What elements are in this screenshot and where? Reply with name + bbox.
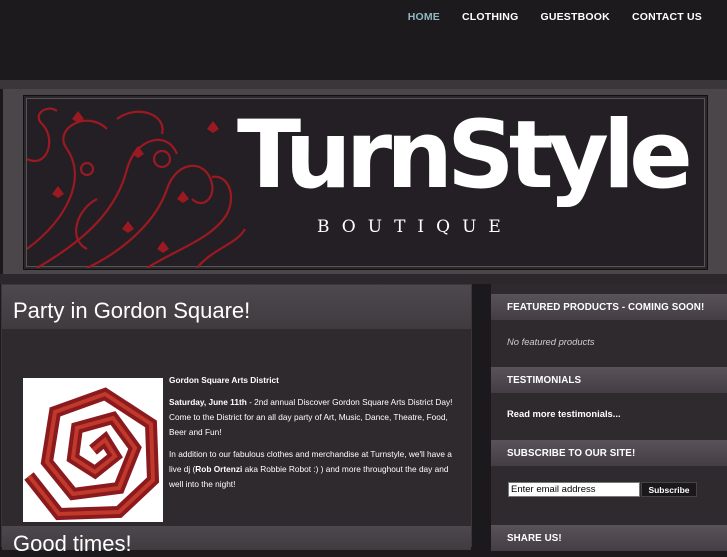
post-date: Saturday, June 11th (169, 397, 247, 407)
logo-subtitle: BOUTIQUE (317, 217, 513, 237)
featured-products-header: FEATURED PRODUCTS - COMING SOON! (491, 294, 727, 320)
post2-title-bar: Good times! (2, 526, 471, 556)
post-heading: Gordon Square Arts District (169, 373, 461, 388)
testimonials-header: TESTIMONIALS (491, 367, 727, 393)
subscribe-heading: SUBSCRIBE TO OUR SITE! (507, 448, 636, 459)
post-heading-text: Gordon Square Arts District (169, 375, 279, 385)
nav-guestbook[interactable]: GUESTBOOK (529, 11, 620, 23)
content-divider (0, 274, 727, 284)
sidebar: FEATURED PRODUCTS - COMING SOON! No feat… (491, 284, 727, 551)
post-title-bar: Party in Gordon Square! (2, 285, 471, 329)
subscribe-header: SUBSCRIBE TO OUR SITE! (491, 440, 727, 466)
main-content: Party in Gordon Square! Gordon Square Ar… (1, 284, 472, 556)
banner-frame: TurnStyle BOUTIQUE (3, 89, 727, 274)
post2-title[interactable]: Good times! (13, 531, 132, 557)
post-body: Gordon Square Arts District Saturday, Ju… (169, 373, 461, 499)
post-paragraph-2: In addition to our fabulous clothes and … (169, 447, 461, 492)
share-header: SHARE US! (491, 525, 727, 551)
nav-clothing[interactable]: CLOTHING (451, 11, 529, 23)
share-heading: SHARE US! (507, 533, 562, 544)
dj-name: Rob Ortenzi (195, 464, 243, 474)
post-paragraph-1: Saturday, June 11th - 2nd annual Discove… (169, 395, 461, 440)
nav-contact-us[interactable]: CONTACT US (621, 11, 713, 23)
logo-title: TurnStyle (237, 101, 693, 210)
read-more-testimonials-link[interactable]: Read more testimonials... (507, 408, 621, 419)
featured-products-empty: No featured products (507, 336, 595, 347)
spiral-image (23, 378, 163, 522)
header-divider (0, 80, 727, 89)
banner-inner: TurnStyle BOUTIQUE (26, 98, 705, 268)
email-input[interactable] (508, 482, 640, 497)
banner: TurnStyle BOUTIQUE (23, 95, 708, 270)
nav-home[interactable]: HOME (397, 11, 451, 23)
swirl-ornament-icon (27, 107, 246, 268)
post-title[interactable]: Party in Gordon Square! (13, 298, 250, 324)
header-bar: HOME CLOTHING GUESTBOOK CONTACT US (0, 0, 727, 80)
featured-products-heading: FEATURED PRODUCTS - COMING SOON! (507, 302, 705, 313)
testimonials-heading: TESTIMONIALS (507, 375, 582, 386)
subscribe-button[interactable]: Subscribe (641, 482, 697, 497)
main-nav: HOME CLOTHING GUESTBOOK CONTACT US (397, 11, 713, 23)
